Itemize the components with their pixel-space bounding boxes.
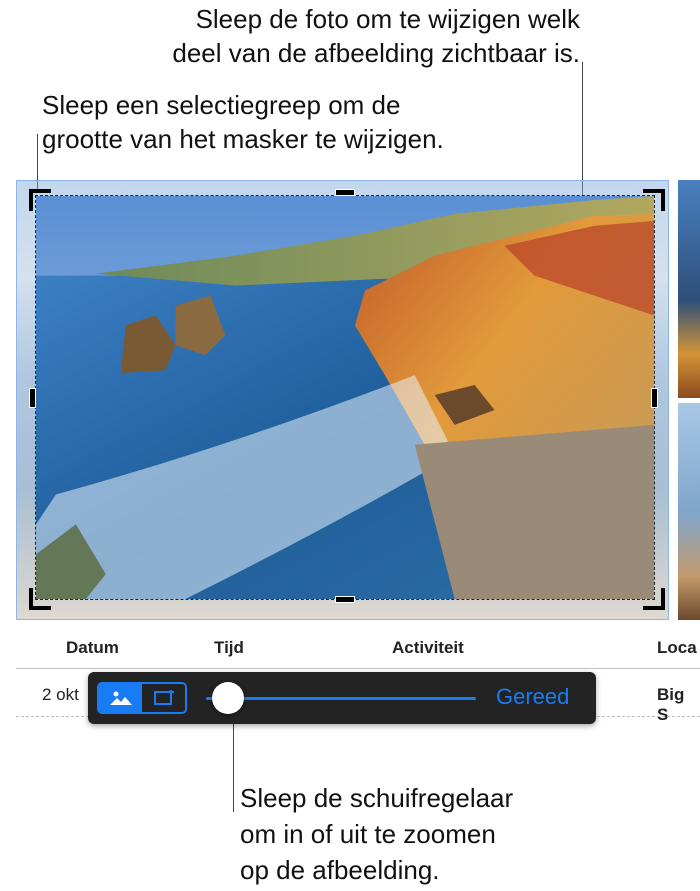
mask-crop-icon <box>153 690 174 705</box>
image-mode-button[interactable] <box>99 684 142 712</box>
table-cell-location: Big S <box>657 685 685 724</box>
zoom-slider-track[interactable] <box>206 697 476 700</box>
selection-handle-bottom-right[interactable] <box>643 588 665 610</box>
callout-drag-photo: Sleep de foto om te wijzigen welk deel v… <box>172 4 580 68</box>
selection-handle-left[interactable] <box>29 388 36 408</box>
selection-handle-bottom-left[interactable] <box>29 588 51 610</box>
done-button[interactable]: Gereed <box>496 684 569 710</box>
callout-drag-slider: Sleep de schuifregelaar om in of uit te … <box>240 783 514 885</box>
selection-handle-right[interactable] <box>651 388 658 408</box>
adjacent-photo-top <box>678 180 700 398</box>
adjacent-photo-bottom <box>678 403 700 620</box>
selection-handle-bottom[interactable] <box>335 596 355 603</box>
callout-drag-handle: Sleep een selectiegreep om de grootte va… <box>42 90 444 154</box>
selection-handle-top[interactable] <box>335 189 355 196</box>
table-header-time: Tijd <box>214 638 244 657</box>
zoom-slider-thumb[interactable] <box>211 682 244 714</box>
image-mask-toolbar: Gereed <box>88 672 596 724</box>
table-header-date: Datum <box>66 638 119 657</box>
table-cell-date: 2 okt <box>42 685 79 704</box>
selection-handle-top-left[interactable] <box>29 189 51 211</box>
landscape-photo[interactable] <box>36 196 654 599</box>
photo-frame[interactable] <box>16 180 669 620</box>
table-header-location: Loca <box>657 638 697 657</box>
table-divider <box>16 668 700 669</box>
mask-mode-button[interactable] <box>142 684 185 712</box>
selection-handle-top-right[interactable] <box>643 189 665 211</box>
mode-segmented-control <box>97 682 187 714</box>
image-mask[interactable] <box>35 195 655 600</box>
photo-icon <box>109 691 132 705</box>
table-header-activity: Activiteit <box>392 638 464 657</box>
